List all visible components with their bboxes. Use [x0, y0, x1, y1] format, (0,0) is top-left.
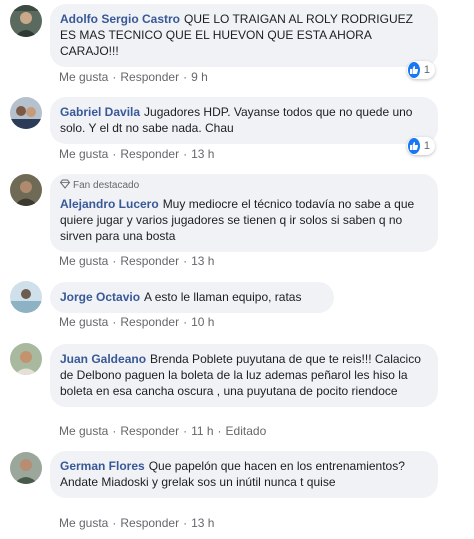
timestamp[interactable]: 13 h — [191, 254, 214, 268]
separator: · — [183, 424, 188, 438]
thumbs-up-icon — [408, 62, 420, 78]
separator: · — [112, 315, 117, 329]
avatar[interactable] — [10, 5, 42, 37]
like-button[interactable]: Me gusta — [59, 254, 108, 268]
separator: · — [112, 70, 117, 84]
reply-button[interactable]: Responder — [120, 424, 179, 438]
reaction-number: 1 — [423, 64, 430, 76]
reaction-count[interactable]: 1 — [407, 137, 435, 155]
comment-bubble: German Flores Que papelón que hacen en lo… — [50, 451, 438, 498]
comment-actions: Me gusta · Responder · 13 h — [59, 516, 214, 530]
comment-author[interactable]: Jorge Octavio — [60, 290, 140, 304]
avatar[interactable] — [10, 343, 42, 375]
avatar[interactable] — [10, 281, 42, 313]
like-button[interactable]: Me gusta — [59, 315, 108, 329]
comment-bubble: Jorge Octavio A esto le llaman equipo, ra… — [50, 282, 334, 313]
like-button[interactable]: Me gusta — [59, 424, 108, 438]
separator: · — [112, 254, 117, 268]
separator: · — [112, 424, 117, 438]
separator: · — [183, 254, 188, 268]
reaction-number: 1 — [423, 140, 430, 152]
reply-button[interactable]: Responder — [120, 254, 179, 268]
diamond-icon — [59, 179, 71, 193]
separator: · — [183, 70, 188, 84]
timestamp[interactable]: 9 h — [191, 70, 208, 84]
comment-feed: Adolfo Sergio Castro QUE LO TRAIGAN AL RO… — [0, 0, 474, 539]
comment-bubble: Juan Galdeano Brenda Poblete puyutana de … — [50, 344, 438, 407]
comment-actions: Me gusta · Responder · 13 h — [59, 254, 214, 268]
fan-badge: Fan destacado — [59, 179, 428, 193]
separator: · — [183, 315, 188, 329]
comment-bubble: Gabriel Davila Jugadores HDP. Vayanse tod… — [50, 97, 438, 144]
reply-button[interactable]: Responder — [120, 315, 179, 329]
comment-author[interactable]: German Flores — [60, 459, 145, 473]
edited-label[interactable]: Editado — [226, 424, 267, 438]
timestamp[interactable]: 13 h — [191, 147, 214, 161]
like-button[interactable]: Me gusta — [59, 516, 108, 530]
comment-actions: Me gusta · Responder · 9 h — [59, 70, 208, 84]
comment-actions: Me gusta · Responder · 11 h · Editado — [59, 424, 266, 438]
comment-text: A esto le llaman equipo, ratas — [144, 290, 302, 304]
comment-author[interactable]: Adolfo Sergio Castro — [60, 12, 180, 26]
comment-bubble: Adolfo Sergio Castro QUE LO TRAIGAN AL RO… — [50, 4, 438, 67]
separator: · — [217, 424, 222, 438]
comment-bubble: Fan destacado Alejandro Lucero Muy medioc… — [50, 174, 438, 252]
comment-actions: Me gusta · Responder · 13 h — [59, 147, 214, 161]
avatar[interactable] — [10, 174, 42, 206]
reply-button[interactable]: Responder — [120, 516, 179, 530]
timestamp[interactable]: 11 h — [191, 424, 213, 438]
reply-button[interactable]: Responder — [120, 70, 179, 84]
comment-actions: Me gusta · Responder · 10 h — [59, 315, 214, 329]
comment-author[interactable]: Juan Galdeano — [60, 352, 146, 366]
like-button[interactable]: Me gusta — [59, 70, 108, 84]
fan-badge-label: Fan destacado — [73, 180, 140, 191]
timestamp[interactable]: 13 h — [191, 516, 214, 530]
like-button[interactable]: Me gusta — [59, 147, 108, 161]
reaction-count[interactable]: 1 — [407, 61, 435, 79]
separator: · — [112, 147, 117, 161]
reply-button[interactable]: Responder — [120, 147, 179, 161]
comment-author[interactable]: Gabriel Davila — [60, 105, 140, 119]
avatar[interactable] — [10, 97, 42, 129]
separator: · — [183, 147, 188, 161]
comment-author[interactable]: Alejandro Lucero — [60, 197, 159, 211]
thumbs-up-icon — [408, 138, 420, 154]
avatar[interactable] — [10, 452, 42, 484]
timestamp[interactable]: 10 h — [191, 315, 214, 329]
separator: · — [112, 516, 117, 530]
separator: · — [183, 516, 188, 530]
